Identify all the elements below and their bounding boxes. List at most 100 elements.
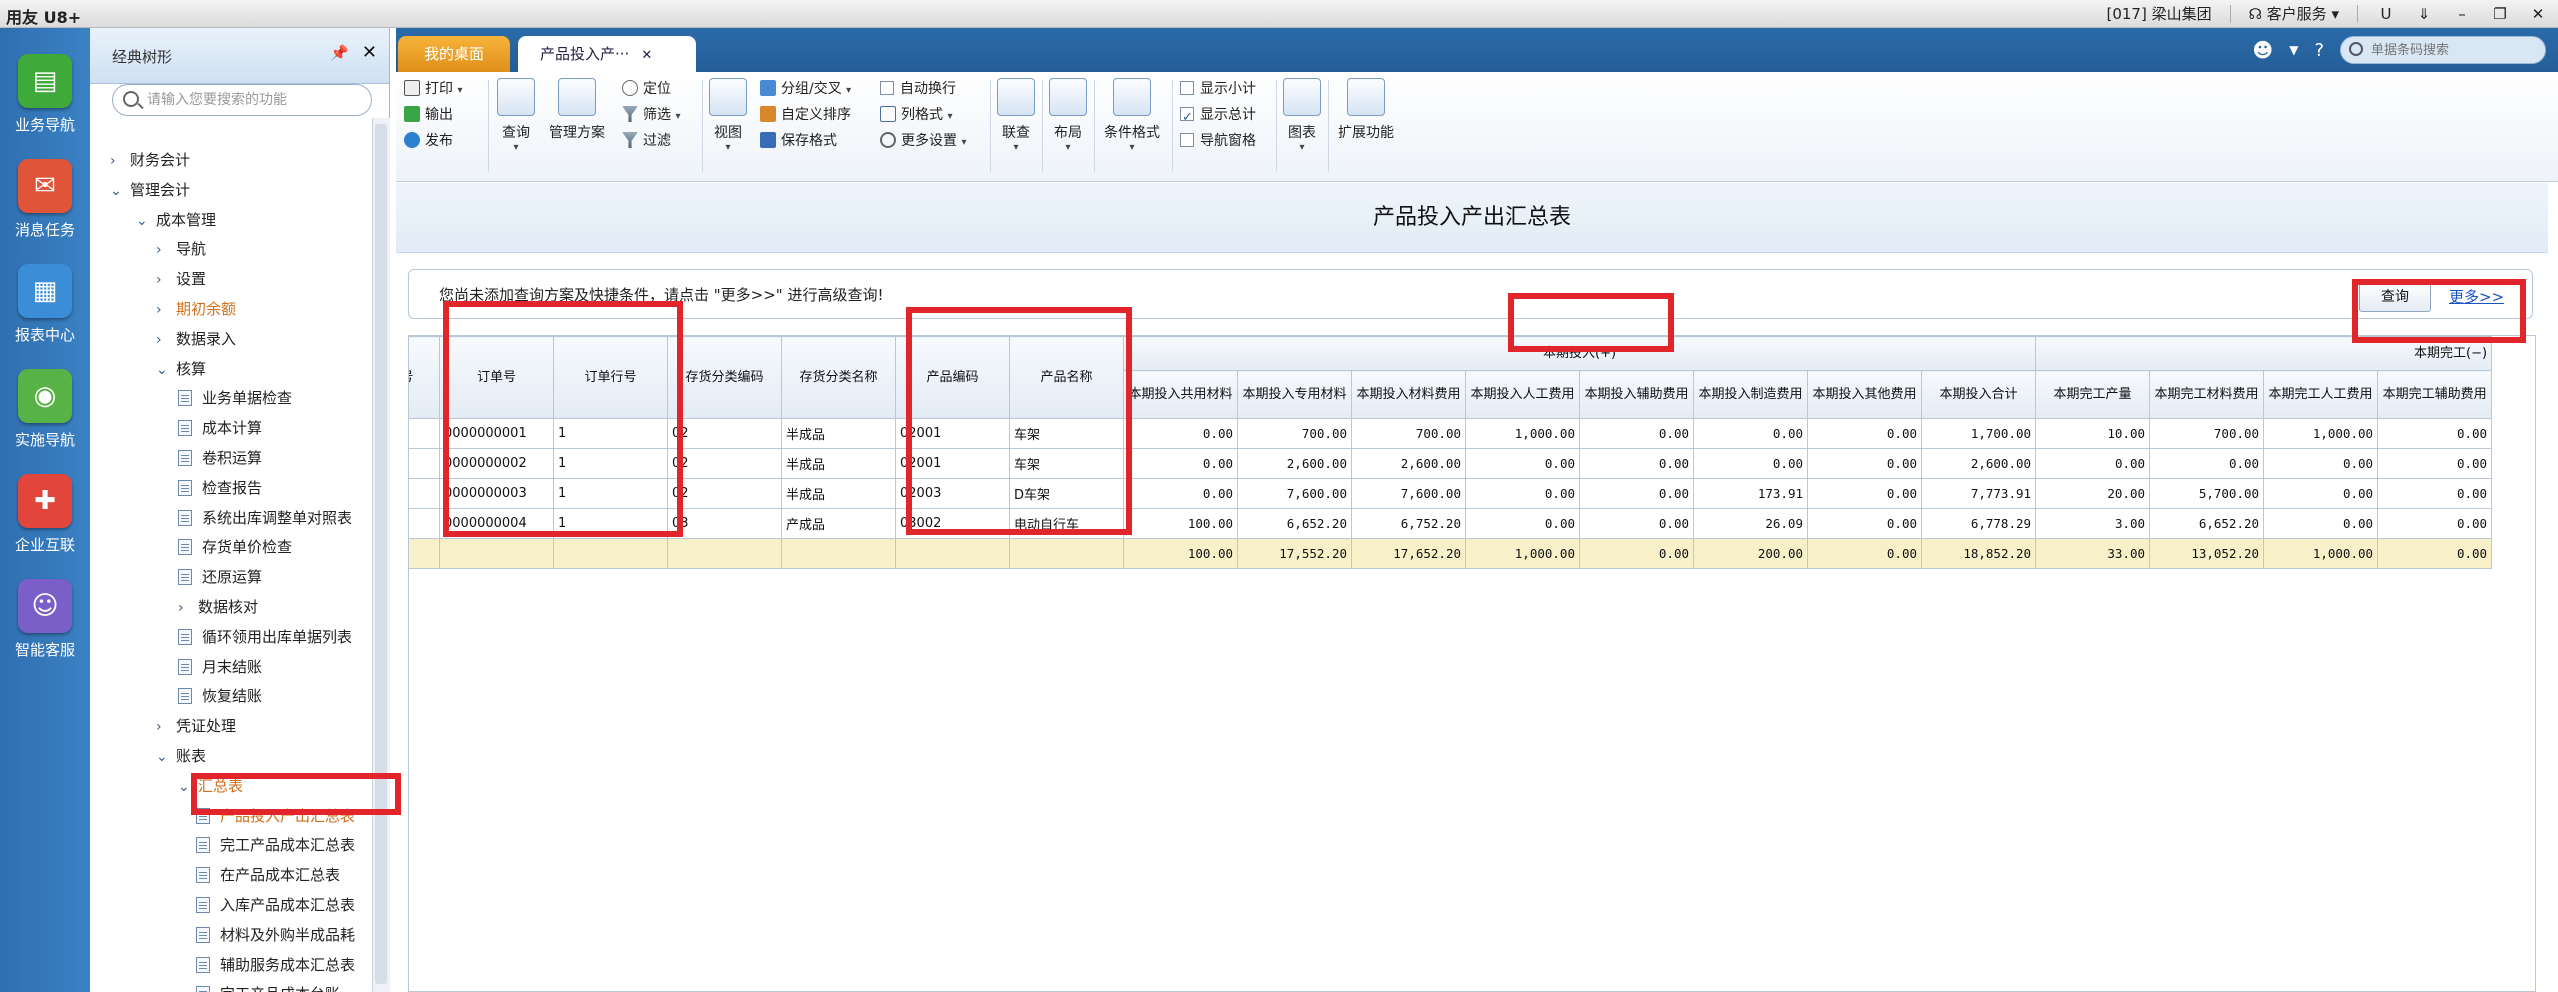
table-cell[interactable]: 6,752.20 xyxy=(1351,508,1466,539)
table-cell[interactable]: 100.00 xyxy=(1123,508,1238,539)
chevron-down-icon[interactable]: ⌄ xyxy=(178,773,198,801)
barcode-search[interactable] xyxy=(2340,36,2546,64)
table-cell[interactable] xyxy=(409,508,440,539)
filter2-button[interactable]: 过滤 xyxy=(622,128,671,154)
customer-service-button[interactable]: ☊ 客户服务 ▾ xyxy=(2249,3,2339,24)
table-cell[interactable]: 0.00 xyxy=(2377,448,2493,479)
export-button[interactable]: 输出 xyxy=(404,102,453,128)
table-cell[interactable]: 0000000003 xyxy=(439,478,554,509)
nav-pane-checkbox[interactable] xyxy=(1180,133,1194,147)
close-icon[interactable]: ✕ xyxy=(641,48,652,63)
table-cell[interactable]: 0000000001 xyxy=(439,418,554,449)
column-header[interactable]: 存货分类编码 xyxy=(667,336,782,419)
table-cell[interactable]: 02 xyxy=(667,448,782,479)
show-subtotal-checkbox[interactable] xyxy=(1180,81,1194,95)
nav-item-4[interactable]: ✚ 企业互联 xyxy=(0,474,90,555)
table-cell[interactable]: 1 xyxy=(553,508,668,539)
table-row[interactable]: 0000000002 1 02 半成品 02001 车架 0.00 2,600.00 2,600… xyxy=(409,448,2493,479)
table-cell[interactable]: 0.00 xyxy=(1123,448,1238,479)
tree-node[interactable]: 入库产品成本汇总表 xyxy=(196,891,355,919)
column-header[interactable]: 存货分类名称 xyxy=(781,336,896,419)
table-cell[interactable]: 0.00 xyxy=(2263,508,2379,539)
table-cell[interactable]: 0000000004 xyxy=(439,508,554,539)
tree-node[interactable]: 在产品成本汇总表 xyxy=(196,861,340,889)
table-row[interactable]: 0000000003 1 02 半成品 02003 D车架 0.00 7,600.00 7,60… xyxy=(409,478,2493,509)
table-cell[interactable]: 700.00 xyxy=(1351,418,1466,449)
table-cell[interactable]: 0.00 xyxy=(1123,478,1238,509)
table-cell[interactable]: 0.00 xyxy=(1465,508,1580,539)
layout-button[interactable]: 布局 ▾ xyxy=(1048,78,1088,153)
tree-node[interactable]: 辅助服务成本汇总表 xyxy=(196,951,355,979)
table-cell[interactable]: 0.00 xyxy=(2377,418,2493,449)
print-button[interactable]: 打印 ▾ xyxy=(404,76,462,102)
table-cell[interactable]: 0000000002 xyxy=(439,448,554,479)
column-header[interactable]: 本期投入辅助费用 xyxy=(1579,370,1694,419)
save-format-button[interactable]: 保存格式 xyxy=(760,128,837,154)
tree-node[interactable]: 恢复结账 xyxy=(178,682,262,710)
nav-item-0[interactable]: ▤ 业务导航 xyxy=(0,54,90,135)
table-cell[interactable]: 20.00 xyxy=(2035,478,2151,509)
column-header[interactable]: 本期完工人工费用 xyxy=(2263,370,2379,419)
tree-node[interactable]: › 凭证处理 xyxy=(156,712,236,740)
column-header[interactable]: 产品名称 xyxy=(1009,336,1124,419)
table-cell[interactable]: 2,600.00 xyxy=(1351,448,1466,479)
query-button[interactable]: 查询 ▾ xyxy=(494,78,538,153)
table-cell[interactable]: 半成品 xyxy=(781,448,896,479)
table-cell[interactable]: 3.00 xyxy=(2035,508,2151,539)
table-cell[interactable]: 0.00 xyxy=(2377,508,2493,539)
table-cell[interactable]: 26.09 xyxy=(1693,508,1808,539)
column-header[interactable]: 本期投入其他费用 xyxy=(1807,370,1922,419)
tree-node[interactable]: › 财务会计 xyxy=(110,146,190,174)
table-cell[interactable]: 7,600.00 xyxy=(1237,478,1352,509)
table-cell[interactable]: 10.00 xyxy=(2035,418,2151,449)
table-cell[interactable]: 0.00 xyxy=(1579,508,1694,539)
group-header-invest[interactable]: 本期投入(+) xyxy=(1122,336,2037,371)
table-cell[interactable]: 1 xyxy=(553,418,668,449)
more-link[interactable]: 更多>> xyxy=(2449,286,2504,307)
column-header[interactable]: 本期投入人工费用 xyxy=(1465,370,1580,419)
table-cell[interactable]: 7,773.91 xyxy=(1920,478,2037,509)
table-cell[interactable]: 1 xyxy=(553,478,668,509)
column-header[interactable]: 汇号 xyxy=(409,336,440,419)
more-settings-button[interactable]: 更多设置 ▾ xyxy=(880,128,966,154)
company-label[interactable]: [017] 梁山集团 xyxy=(2106,3,2211,24)
nav-item-1[interactable]: ✉ 消息任务 xyxy=(0,159,90,240)
chart-button[interactable]: 图表 ▾ xyxy=(1282,78,1322,153)
table-cell[interactable]: 03002 xyxy=(895,508,1010,539)
table-cell[interactable]: 0.00 xyxy=(2377,478,2493,509)
column-header[interactable]: 本期完工材料费用 xyxy=(2149,370,2265,419)
column-header[interactable]: 本期投入合计 xyxy=(1920,370,2037,419)
chevron-right-icon[interactable]: › xyxy=(178,594,198,622)
table-cell[interactable]: 1,700.00 xyxy=(1920,418,2037,449)
tree-node[interactable]: 成本计算 xyxy=(178,414,262,442)
show-subtotal-toggle[interactable]: 显示小计 xyxy=(1180,76,1256,102)
table-cell[interactable]: 0.00 xyxy=(1123,418,1238,449)
table-cell[interactable] xyxy=(409,478,440,509)
table-cell[interactable]: 6,778.29 xyxy=(1920,508,2037,539)
table-cell[interactable]: 700.00 xyxy=(1237,418,1352,449)
table-cell[interactable]: 0.00 xyxy=(2035,448,2151,479)
table-cell[interactable]: 0.00 xyxy=(1579,448,1694,479)
table-row[interactable]: 0000000004 1 03 产成品 03002 电动自行车 100.00 6,652.20… xyxy=(409,508,2493,539)
minimize-icon[interactable]: – xyxy=(2452,5,2472,23)
table-cell[interactable]: 0.00 xyxy=(1807,418,1922,449)
table-cell[interactable]: 0.00 xyxy=(1807,478,1922,509)
close-icon[interactable]: ✕ xyxy=(2528,5,2548,23)
table-cell[interactable]: 0.00 xyxy=(1579,478,1694,509)
group-cross-button[interactable]: 分组/交叉 ▾ xyxy=(760,76,851,102)
table-cell[interactable]: 02003 xyxy=(895,478,1010,509)
nav-item-2[interactable]: ▦ 报表中心 xyxy=(0,264,90,345)
column-header[interactable]: 本期完工产量 xyxy=(2035,370,2151,419)
chevron-right-icon[interactable]: › xyxy=(156,713,176,741)
table-cell[interactable]: 产成品 xyxy=(781,508,896,539)
show-total-toggle[interactable]: 显示总计 xyxy=(1180,102,1256,131)
nav-item-3[interactable]: ◉ 实施导航 xyxy=(0,369,90,450)
chevron-right-icon[interactable]: › xyxy=(110,147,130,175)
chevron-down-icon[interactable]: ⌄ xyxy=(156,356,176,384)
column-format-button[interactable]: 列格式 ▾ xyxy=(880,102,952,128)
tree-node[interactable]: ⌄ 成本管理 xyxy=(136,206,216,234)
tab-product-io-summary[interactable]: 产品投入产··· ✕ xyxy=(518,36,696,72)
tree-node[interactable]: 月末结账 xyxy=(178,653,262,681)
nav-item-5[interactable]: ☺ 智能客服 xyxy=(0,579,90,660)
tree-node[interactable]: 卷积运算 xyxy=(178,444,262,472)
